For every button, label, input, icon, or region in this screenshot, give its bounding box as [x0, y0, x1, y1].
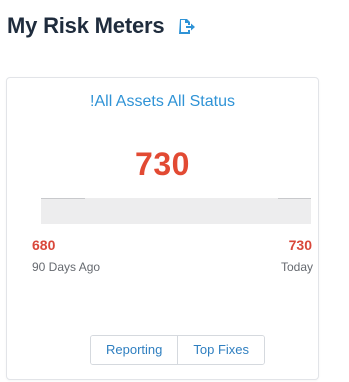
start-score: 680: [32, 237, 56, 253]
top-fixes-button[interactable]: Top Fixes: [177, 336, 265, 364]
risk-meter-title[interactable]: !All Assets All Status: [7, 93, 318, 111]
risk-score: 730: [135, 146, 190, 182]
risk-meter-card: !All Assets All Status 730 680 90 Days A…: [6, 77, 319, 380]
reporting-button[interactable]: Reporting: [91, 336, 178, 364]
export-icon[interactable]: [177, 17, 196, 35]
page-header: My Risk Meters: [7, 13, 196, 39]
risk-trend-sparkline: [41, 198, 311, 224]
end-label: Today: [280, 260, 313, 274]
end-score: 730: [288, 237, 312, 253]
sparkline-area: [41, 198, 311, 224]
page-title: My Risk Meters: [7, 13, 165, 38]
card-actions: Reporting Top Fixes: [90, 335, 266, 365]
start-label: 90 Days Ago: [32, 260, 101, 274]
